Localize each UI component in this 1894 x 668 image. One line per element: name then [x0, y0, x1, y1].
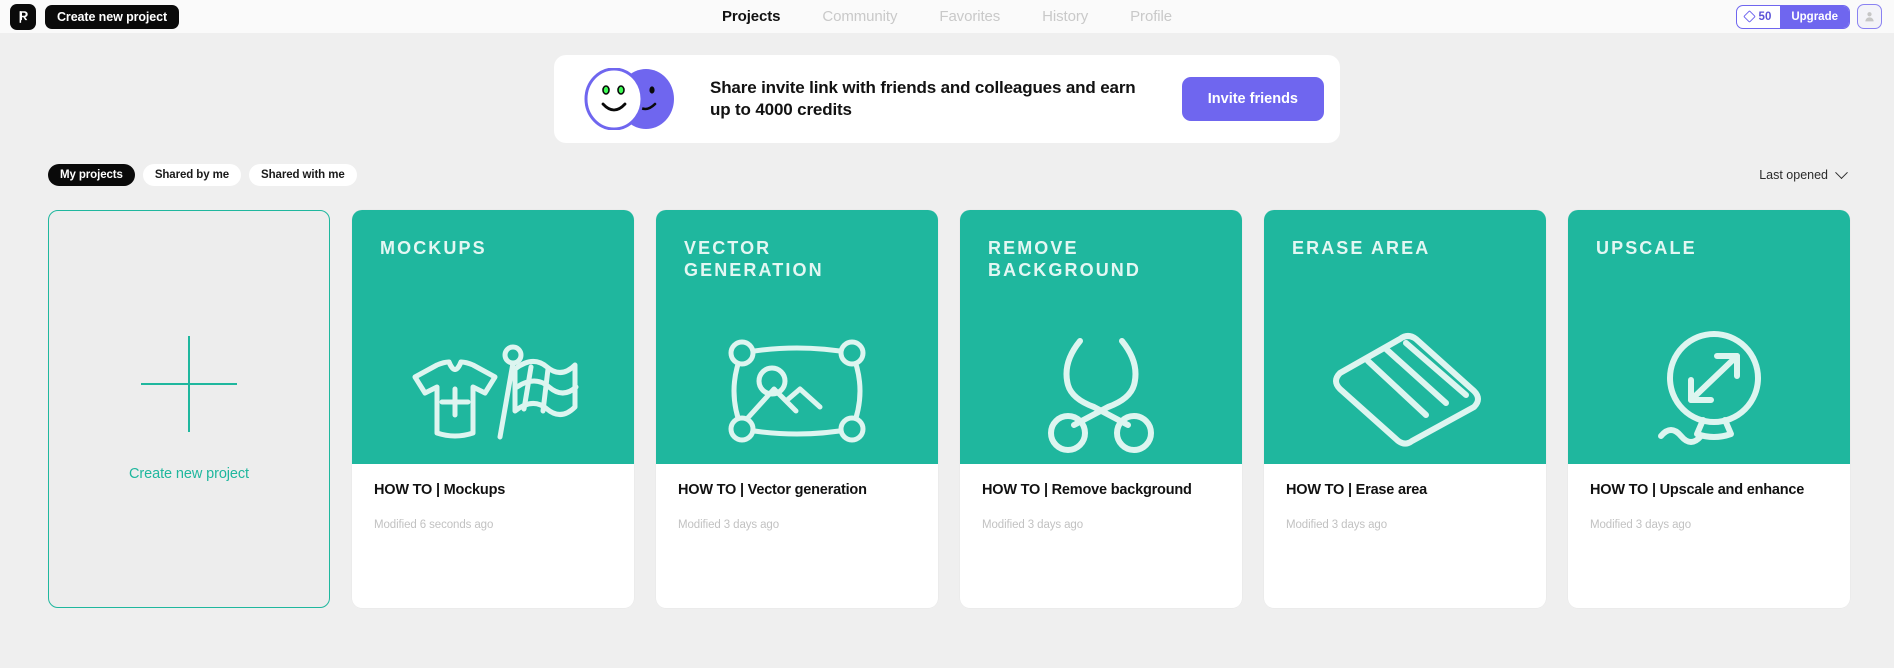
nav-item-projects[interactable]: Projects: [722, 8, 781, 25]
credits-upgrade-group: 50 Upgrade: [1735, 4, 1850, 29]
eraser-icon: [1264, 329, 1546, 454]
project-modified-time: Modified 3 days ago: [982, 519, 1084, 531]
project-modified-time: Modified 3 days ago: [1590, 519, 1692, 531]
create-new-project-button[interactable]: Create new project: [45, 4, 180, 29]
project-modified-time: Modified 6 seconds ago: [374, 519, 494, 531]
project-card-body: HOW TO | Mockups Modified 6 seconds ago: [352, 464, 634, 531]
filter-row: My projects Shared by me Shared with me …: [0, 143, 1894, 186]
filter-shared-with-me[interactable]: Shared with me: [249, 164, 357, 186]
project-title: HOW TO | Remove background: [982, 482, 1192, 498]
project-card-body: HOW TO | Upscale and enhance Modified 3 …: [1568, 464, 1850, 531]
scissors-icon: [960, 329, 1242, 454]
invite-banner-text: Share invite link with friends and colle…: [710, 77, 1136, 119]
invite-banner: Share invite link with friends and colle…: [554, 55, 1340, 143]
thumbnail-title: ERASE AREA: [1292, 238, 1431, 258]
project-thumbnail: ERASE AREA: [1264, 210, 1546, 464]
project-card-upscale[interactable]: UPSCALE HOW TO | Upscale and enhance Mod…: [1568, 210, 1850, 608]
credits-value: 50: [1758, 10, 1772, 23]
top-bar-actions: 50 Upgrade: [1735, 4, 1888, 29]
credits-balance[interactable]: 50: [1737, 6, 1781, 28]
project-modified-time: Modified 3 days ago: [1286, 519, 1388, 531]
user-avatar-button[interactable]: [1857, 4, 1882, 29]
top-bar: Create new project Projects Community Fa…: [0, 0, 1894, 33]
two-smiley-faces-illustration: [580, 67, 688, 131]
diamond-icon: [1742, 10, 1756, 23]
invite-banner-row: Share invite link with friends and colle…: [0, 33, 1894, 143]
user-avatar-icon: [1865, 12, 1874, 22]
sort-dropdown[interactable]: Last opened: [1759, 165, 1848, 182]
thumbnail-title: REMOVE BACKGROUND: [988, 238, 1141, 280]
filter-shared-by-me[interactable]: Shared by me: [142, 164, 242, 186]
project-title: HOW TO | Upscale and enhance: [1590, 482, 1805, 498]
main-navigation: Projects Community Favorites History Pro…: [722, 0, 1172, 33]
nav-item-profile[interactable]: Profile: [1130, 8, 1172, 25]
project-card-erase-area[interactable]: ERASE AREA HOW TO | Erase area Modified …: [1264, 210, 1546, 608]
project-modified-time: Modified 3 days ago: [678, 519, 780, 531]
thumbnail-title: VECTOR GENERATION: [684, 238, 824, 280]
invite-friends-button[interactable]: Invite friends: [1181, 77, 1324, 121]
project-thumbnail: VECTOR GENERATION: [656, 210, 938, 464]
thumbnail-title: MOCKUPS: [380, 238, 487, 258]
project-thumbnail: REMOVE BACKGROUND: [960, 210, 1242, 464]
sort-dropdown-label: Last opened: [1759, 168, 1828, 182]
project-title: HOW TO | Mockups: [374, 482, 506, 498]
project-filter-pills: My projects Shared by me Shared with me: [48, 164, 357, 186]
vector-image-nodes-icon: [656, 329, 938, 454]
project-card-body: HOW TO | Vector generation Modified 3 da…: [656, 464, 938, 531]
filter-my-projects[interactable]: My projects: [48, 164, 135, 186]
app-logo-r-icon[interactable]: [10, 3, 36, 30]
project-card-mockups[interactable]: MOCKUPS HOW TO | Mockups Modified 6 seco…: [352, 210, 634, 608]
nav-item-history[interactable]: History: [1042, 8, 1088, 25]
thumbnail-title: UPSCALE: [1596, 238, 1697, 258]
project-thumbnail: UPSCALE: [1568, 210, 1850, 464]
create-new-project-card[interactable]: Create new project: [48, 210, 330, 608]
project-title: HOW TO | Vector generation: [678, 482, 867, 498]
project-thumbnail: MOCKUPS: [352, 210, 634, 464]
nav-item-community[interactable]: Community: [822, 8, 897, 25]
tshirt-and-flag-icon: [352, 329, 634, 454]
project-title: HOW TO | Erase area: [1286, 482, 1428, 498]
project-card-remove-background[interactable]: REMOVE BACKGROUND HOW TO | Remove backgr…: [960, 210, 1242, 608]
project-card-body: HOW TO | Remove background Modified 3 da…: [960, 464, 1242, 531]
projects-grid: Create new project MOCKUPS HOW TO | Mock…: [0, 186, 1894, 608]
project-card-body: HOW TO | Erase area Modified 3 days ago: [1264, 464, 1546, 531]
plus-icon: [141, 336, 237, 432]
create-new-project-card-label: Create new project: [129, 466, 249, 482]
balloon-expand-icon: [1568, 324, 1850, 454]
nav-item-favorites[interactable]: Favorites: [939, 8, 1000, 25]
chevron-down-icon: [1835, 165, 1848, 179]
upgrade-button[interactable]: Upgrade: [1780, 5, 1849, 28]
project-card-vector-generation[interactable]: VECTOR GENERATION HOW TO | Vector genera…: [656, 210, 938, 608]
